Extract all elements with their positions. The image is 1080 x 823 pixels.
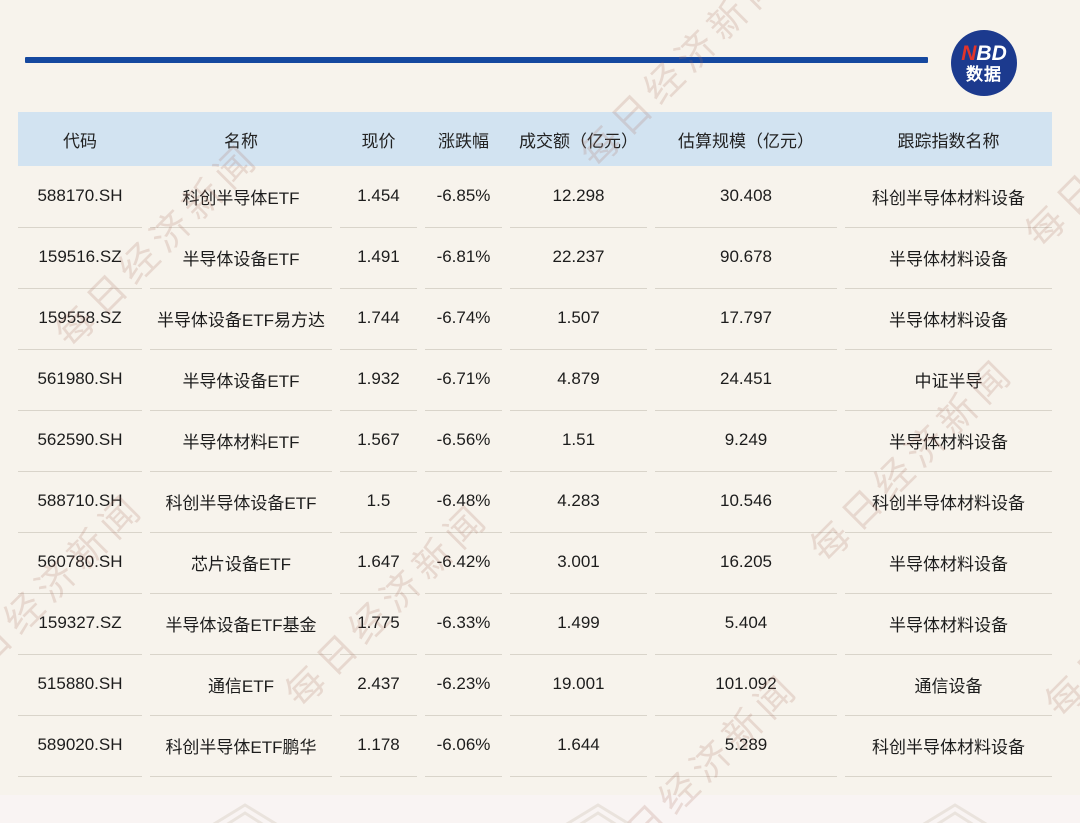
code-cell: 561980.SH — [18, 349, 142, 411]
index-cell: 半导体材料设备 — [845, 532, 1052, 594]
scale-cell: 30.408 — [655, 166, 837, 228]
change-cell: -6.23% — [425, 654, 502, 716]
column-header-name: 名称 — [150, 112, 332, 166]
price-cell: 1.178 — [340, 715, 417, 777]
price-cell: 1.932 — [340, 349, 417, 411]
scale-cell: 24.451 — [655, 349, 837, 411]
turnover-cell: 4.283 — [510, 471, 647, 533]
code-cell: 589020.SH — [18, 715, 142, 777]
code-cell: 588710.SH — [18, 471, 142, 533]
change-cell: -6.81% — [425, 227, 502, 289]
code-cell: 159516.SZ — [18, 227, 142, 289]
name-cell: 半导体设备ETF — [150, 227, 332, 289]
table-row: 589020.SH科创半导体ETF鹏华1.178-6.06%1.6445.289… — [18, 715, 1052, 776]
change-cell: -6.56% — [425, 410, 502, 472]
name-cell: 科创半导体设备ETF — [150, 471, 332, 533]
nbd-logo-subtitle: 数据 — [966, 66, 1002, 83]
nbd-data-logo: NBD 数据 — [951, 30, 1017, 96]
price-cell: 2.437 — [340, 654, 417, 716]
scale-cell: 90.678 — [655, 227, 837, 289]
name-cell: 科创半导体ETF — [150, 166, 332, 228]
column-header-turnover: 成交额（亿元） — [510, 112, 647, 166]
table-row: 159558.SZ半导体设备ETF易方达1.744-6.74%1.50717.7… — [18, 288, 1052, 349]
table-body: 588170.SH科创半导体ETF1.454-6.85%12.29830.408… — [18, 166, 1052, 776]
scale-cell: 9.249 — [655, 410, 837, 472]
column-header-change: 涨跌幅 — [425, 112, 502, 166]
table-row: 588710.SH科创半导体设备ETF1.5-6.48%4.28310.546科… — [18, 471, 1052, 532]
name-cell: 半导体材料ETF — [150, 410, 332, 472]
table-row: 159327.SZ半导体设备ETF基金1.775-6.33%1.4995.404… — [18, 593, 1052, 654]
price-cell: 1.454 — [340, 166, 417, 228]
price-cell: 1.5 — [340, 471, 417, 533]
nbd-logo-text: NBD — [961, 43, 1007, 64]
column-header-code: 代码 — [18, 112, 142, 166]
table-header-row: 代码 名称 现价 涨跌幅 成交额（亿元） 估算规模（亿元） 跟踪指数名称 — [18, 112, 1052, 166]
index-cell: 中证半导 — [845, 349, 1052, 411]
price-cell: 1.491 — [340, 227, 417, 289]
scale-cell: 17.797 — [655, 288, 837, 350]
turnover-cell: 12.298 — [510, 166, 647, 228]
table-row: 561980.SH半导体设备ETF1.932-6.71%4.87924.451中… — [18, 349, 1052, 410]
table-row: 515880.SH通信ETF2.437-6.23%19.001101.092通信… — [18, 654, 1052, 715]
name-cell: 半导体设备ETF易方达 — [150, 288, 332, 350]
nbd-logo-n: N — [961, 42, 976, 65]
turnover-cell: 19.001 — [510, 654, 647, 716]
scale-cell: 101.092 — [655, 654, 837, 716]
index-cell: 科创半导体材料设备 — [845, 471, 1052, 533]
bottom-band — [0, 795, 1080, 823]
index-cell: 半导体材料设备 — [845, 593, 1052, 655]
scale-cell: 5.404 — [655, 593, 837, 655]
change-cell: -6.85% — [425, 166, 502, 228]
turnover-cell: 1.51 — [510, 410, 647, 472]
turnover-cell: 3.001 — [510, 532, 647, 594]
index-cell: 科创半导体材料设备 — [845, 715, 1052, 777]
table-row: 159516.SZ半导体设备ETF1.491-6.81%22.23790.678… — [18, 227, 1052, 288]
scale-cell: 5.289 — [655, 715, 837, 777]
name-cell: 半导体设备ETF基金 — [150, 593, 332, 655]
name-cell: 科创半导体ETF鹏华 — [150, 715, 332, 777]
change-cell: -6.06% — [425, 715, 502, 777]
index-cell: 半导体材料设备 — [845, 288, 1052, 350]
header-divider-line — [25, 57, 928, 63]
price-cell: 1.647 — [340, 532, 417, 594]
code-cell: 159327.SZ — [18, 593, 142, 655]
turnover-cell: 1.507 — [510, 288, 647, 350]
change-cell: -6.42% — [425, 532, 502, 594]
turnover-cell: 4.879 — [510, 349, 647, 411]
price-cell: 1.744 — [340, 288, 417, 350]
etf-data-table: 代码 名称 现价 涨跌幅 成交额（亿元） 估算规模（亿元） 跟踪指数名称 588… — [18, 112, 1052, 776]
column-header-price: 现价 — [340, 112, 417, 166]
scale-cell: 10.546 — [655, 471, 837, 533]
code-cell: 588170.SH — [18, 166, 142, 228]
page: NBD 数据 代码 名称 现价 涨跌幅 成交额（亿元） 估算规模（亿元） 跟踪指… — [0, 0, 1080, 823]
index-cell: 科创半导体材料设备 — [845, 166, 1052, 228]
price-cell: 1.567 — [340, 410, 417, 472]
code-cell: 159558.SZ — [18, 288, 142, 350]
code-cell: 562590.SH — [18, 410, 142, 472]
table-row: 562590.SH半导体材料ETF1.567-6.56%1.519.249半导体… — [18, 410, 1052, 471]
price-cell: 1.775 — [340, 593, 417, 655]
name-cell: 半导体设备ETF — [150, 349, 332, 411]
code-cell: 560780.SH — [18, 532, 142, 594]
table-row: 588170.SH科创半导体ETF1.454-6.85%12.29830.408… — [18, 166, 1052, 227]
code-cell: 515880.SH — [18, 654, 142, 716]
turnover-cell: 22.237 — [510, 227, 647, 289]
index-cell: 半导体材料设备 — [845, 227, 1052, 289]
change-cell: -6.48% — [425, 471, 502, 533]
table-row: 560780.SH芯片设备ETF1.647-6.42%3.00116.205半导… — [18, 532, 1052, 593]
index-cell: 通信设备 — [845, 654, 1052, 716]
nbd-logo-bd: BD — [976, 42, 1006, 65]
index-cell: 半导体材料设备 — [845, 410, 1052, 472]
scale-cell: 16.205 — [655, 532, 837, 594]
column-header-index: 跟踪指数名称 — [845, 112, 1052, 166]
change-cell: -6.71% — [425, 349, 502, 411]
turnover-cell: 1.499 — [510, 593, 647, 655]
change-cell: -6.33% — [425, 593, 502, 655]
name-cell: 通信ETF — [150, 654, 332, 716]
name-cell: 芯片设备ETF — [150, 532, 332, 594]
change-cell: -6.74% — [425, 288, 502, 350]
turnover-cell: 1.644 — [510, 715, 647, 777]
column-header-scale: 估算规模（亿元） — [655, 112, 837, 166]
